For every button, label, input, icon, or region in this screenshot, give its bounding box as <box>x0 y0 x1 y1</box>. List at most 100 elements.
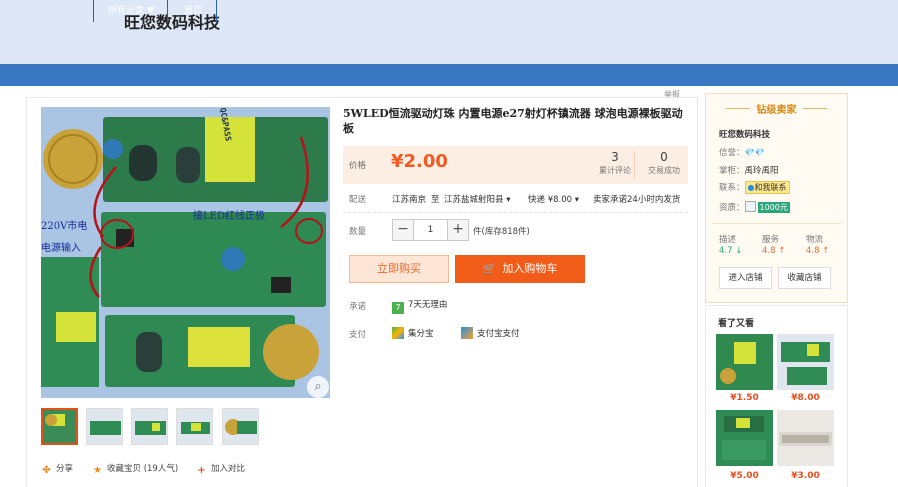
recommend-photo <box>777 410 834 466</box>
shipping-label: 配送 <box>349 195 367 205</box>
stat-transactions: 0 交易成功 <box>638 150 690 176</box>
price-box: 价格 ¥2.00 3 累计评论 0 交易成功 <box>343 146 688 184</box>
shipping-destination-select[interactable]: 江苏盐城射阳县 ▾ <box>444 193 510 205</box>
score-label: 物流 <box>806 235 824 245</box>
score-label: 描述 <box>719 235 737 245</box>
stock-text: 件(库存818件) <box>473 227 530 237</box>
nav-divider <box>216 0 217 22</box>
payment-alipay[interactable]: 支付宝支付 <box>461 327 520 341</box>
divider <box>712 223 841 224</box>
seller-credit-row: 信誉：💎💎 <box>719 146 764 158</box>
stat-transactions-count: 0 <box>660 150 668 164</box>
price-value: ¥2.00 <box>391 151 448 172</box>
thumbnail-2[interactable] <box>86 408 123 445</box>
divider <box>343 212 688 213</box>
divider <box>803 108 827 109</box>
promise-7days[interactable]: 7 7天无理由 <box>392 299 447 314</box>
nav-all-categories[interactable]: 所有分类 ▼ <box>108 0 154 22</box>
star-icon: ★ <box>93 465 102 476</box>
thumbnail-5[interactable] <box>222 408 259 445</box>
thumbnail-image <box>132 409 167 444</box>
recommend-photo <box>716 410 773 466</box>
share-label: 分享 <box>56 464 74 474</box>
score-label-desc: 描述 <box>719 233 736 245</box>
diamond-icon: 💎💎 <box>744 148 765 157</box>
thumbnail-image <box>43 410 76 443</box>
payment-method-2: 支付宝支付 <box>477 329 520 339</box>
zoom-icon[interactable]: ⌕ <box>307 376 329 398</box>
product-title: 5WLED恒流驱动灯珠 内置电源e27射灯杯镇流器 球泡电源裸板驱动板 <box>343 107 683 135</box>
plus-icon: + <box>197 465 206 476</box>
product-main-image[interactable]: QC&PASS 220V市电 电源输入 接LED红线正极 <box>41 107 330 398</box>
score-label: 服务 <box>762 235 780 245</box>
recommend-item-image[interactable] <box>777 334 834 390</box>
product-photo <box>41 107 330 398</box>
quantity-input[interactable] <box>413 220 448 240</box>
stat-divider <box>634 151 635 179</box>
qualification-label: 资质： <box>719 203 745 213</box>
payment-label: 支付 <box>349 330 367 340</box>
thumbnail-image <box>177 409 212 444</box>
share-icon: ✤ <box>42 465 51 476</box>
score-label-logistics: 物流 <box>806 233 823 245</box>
alipay-icon <box>461 327 473 339</box>
recommend-photo <box>777 334 834 390</box>
favorite-item-button[interactable]: ★ 收藏宝贝 (19人气) <box>92 462 178 476</box>
recommend-item-image[interactable] <box>716 334 773 390</box>
enter-shop-button[interactable]: 进入店铺 <box>719 267 772 289</box>
shipping-promise: 卖家承诺24小时内发货 <box>593 195 681 205</box>
recommend-title: 看了又看 <box>718 319 755 329</box>
favorite-shop-button[interactable]: 收藏店铺 <box>778 267 831 289</box>
buy-now-button[interactable]: 立即购买 <box>349 255 449 283</box>
nav-divider <box>93 0 94 22</box>
payment-jifenbao[interactable]: 集分宝 <box>392 327 434 341</box>
recommend-photo <box>716 334 773 390</box>
seller-qualification-row: 资质： 1000元 <box>719 201 790 213</box>
thumbnail-1[interactable] <box>41 408 78 445</box>
promise-label: 承诺 <box>349 302 367 312</box>
nav-divider <box>167 0 168 22</box>
recommend-item-price[interactable]: ¥3.00 <box>777 471 834 481</box>
thumbnail-4[interactable] <box>176 408 213 445</box>
shipping-from: 江苏南京 <box>392 195 427 205</box>
nav-home[interactable]: 首页 <box>184 0 202 22</box>
score-service: 4.8 ↑ <box>762 246 786 256</box>
score-desc: 4.7 ↓ <box>719 246 743 256</box>
seller-owner-row: 掌柜：禹玲禹阳 <box>719 164 779 176</box>
jifenbao-icon <box>392 327 404 339</box>
compare-button[interactable]: + 加入对比 <box>196 462 245 476</box>
credit-label: 信誉： <box>719 148 745 158</box>
price-label: 价格 <box>349 161 367 171</box>
compare-label: 加入对比 <box>211 464 246 474</box>
score-logistics: 4.8 ↑ <box>806 246 830 256</box>
thumbnail-image <box>223 409 258 444</box>
contact-button-label: 和我联系 <box>754 183 787 192</box>
recommend-item-image[interactable] <box>716 410 773 466</box>
payment-method-1: 集分宝 <box>408 329 434 339</box>
contact-seller-button[interactable]: ●和我联系 <box>744 181 790 194</box>
quantity-increase-button[interactable]: + <box>448 220 468 240</box>
promise-text: 7天无理由 <box>408 300 448 310</box>
recommend-item-price[interactable]: ¥8.00 <box>777 393 834 403</box>
recommend-item-image[interactable] <box>777 410 834 466</box>
image-label-power-input: 电源输入 <box>41 243 81 254</box>
shipping-fee-select[interactable]: 快递 ¥8.00 ▾ <box>528 193 579 205</box>
recommend-item-price[interactable]: ¥1.50 <box>716 393 773 403</box>
score-label-service: 服务 <box>762 233 779 245</box>
image-label-220v: 220V市电 <box>41 221 88 232</box>
image-label-led: 接LED红线正极 <box>193 211 265 222</box>
add-to-cart-label: 加入购物车 <box>502 262 558 275</box>
shipping-to-word: 至 <box>431 195 440 205</box>
shop-navbar <box>0 64 898 86</box>
add-to-cart-button[interactable]: 🛒 加入购物车 <box>455 255 585 283</box>
seven-day-badge-icon: 7 <box>392 302 404 314</box>
seller-name[interactable]: 旺您数码科技 <box>719 128 770 140</box>
thumbnail-3[interactable] <box>131 408 168 445</box>
cart-icon: 🛒 <box>482 262 497 275</box>
thumbnail-image <box>87 409 122 444</box>
recommend-item-price[interactable]: ¥5.00 <box>716 471 773 481</box>
stat-transactions-label: 交易成功 <box>648 166 680 175</box>
quantity-decrease-button[interactable]: − <box>393 220 413 240</box>
share-button[interactable]: ✤ 分享 <box>41 462 73 476</box>
quantity-stepper: − + <box>392 219 469 241</box>
